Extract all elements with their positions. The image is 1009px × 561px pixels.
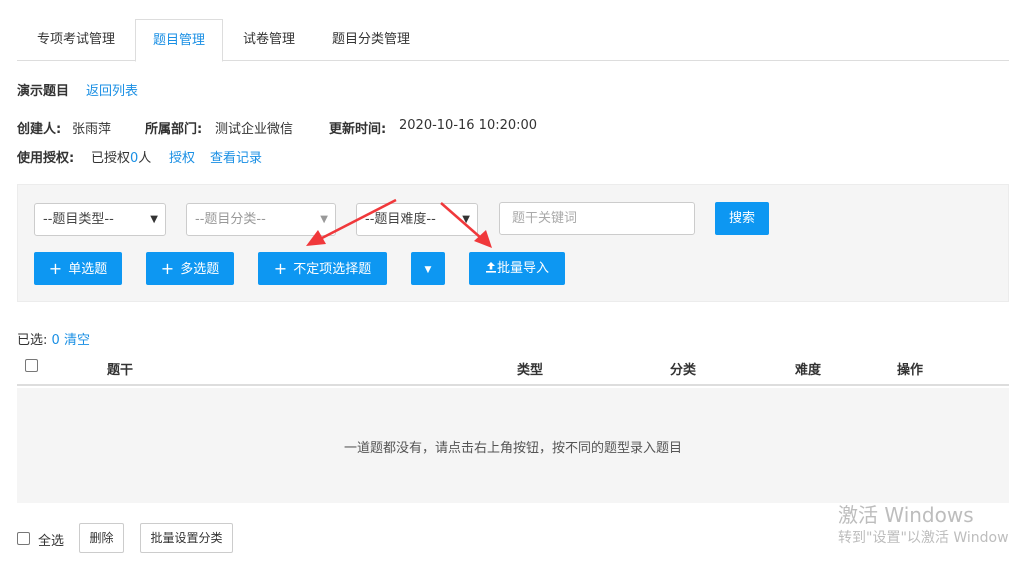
authorize-link[interactable]: 授权 — [169, 147, 195, 166]
page-title: 演示题目 — [17, 84, 70, 99]
creator-label: 创建人: — [17, 122, 62, 137]
batch-set-category-button[interactable]: 批量设置分类 — [140, 523, 233, 553]
table-header: 题干 类型 分类 难度 操作 — [17, 350, 1009, 386]
plus-icon: + — [48, 259, 63, 278]
search-button[interactable]: 搜索 — [715, 202, 769, 235]
column-actions: 操作 — [897, 363, 924, 378]
tab-special-exam[interactable]: 专项考试管理 — [17, 19, 135, 61]
question-type-select[interactable]: --题目类型-- ▼ — [34, 203, 166, 236]
select-all-checkbox[interactable] — [17, 532, 30, 545]
back-to-list-link[interactable]: 返回列表 — [86, 80, 138, 99]
column-difficulty: 难度 — [795, 363, 822, 378]
tab-paper-management[interactable]: 试卷管理 — [223, 19, 315, 61]
auth-suffix: 人 — [138, 151, 152, 166]
view-records-link[interactable]: 查看记录 — [210, 147, 262, 166]
select-all-label: 全选 — [38, 534, 65, 549]
question-category-select[interactable]: --题目分类-- ▼ — [186, 203, 336, 236]
usage-auth-label: 使用授权: — [17, 151, 75, 166]
add-single-choice-button[interactable]: + 单选题 — [34, 252, 122, 285]
column-category: 分类 — [670, 363, 697, 378]
auth-prefix: 已授权 — [91, 151, 131, 166]
keyword-search-input[interactable]: 题干关键词 — [499, 202, 695, 235]
updated-time-value: 2020-10-16 10:20:00 — [399, 118, 538, 133]
column-stem: 题干 — [107, 363, 134, 378]
batch-import-button[interactable]: 批量导入 — [469, 252, 565, 285]
auth-status: 已授权0人 — [91, 147, 151, 166]
question-category-select-value: --题目分类-- — [195, 212, 266, 227]
add-indefinite-choice-label: 不定项选择题 — [293, 262, 372, 277]
chevron-down-icon: ▼ — [462, 214, 470, 225]
plus-icon: + — [273, 259, 288, 278]
column-type: 类型 — [517, 363, 544, 378]
windows-activation-watermark: 激活 Windows — [838, 503, 974, 527]
tab-question-management[interactable]: 题目管理 — [135, 19, 223, 62]
question-difficulty-select-value: --题目难度-- — [365, 212, 436, 227]
tab-bar: 专项考试管理 题目管理 试卷管理 题目分类管理 — [17, 19, 1009, 62]
batch-import-label: 批量导入 — [496, 261, 549, 276]
tab-category-management[interactable]: 题目分类管理 — [315, 19, 427, 61]
chevron-down-icon: ▼ — [150, 214, 158, 225]
add-single-choice-label: 单选题 — [68, 262, 108, 277]
plus-icon: + — [160, 259, 175, 278]
department-label: 所属部门: — [145, 122, 203, 137]
add-indefinite-choice-button[interactable]: + 不定项选择题 — [258, 252, 387, 285]
upload-icon — [485, 262, 496, 273]
windows-activation-hint: 转到"设置"以激活 Windows。 — [838, 530, 1009, 546]
empty-state-message: 一道题都没有，请点击右上角按钮，按不同的题型录入题目 — [343, 441, 682, 456]
selected-count: 已选: 0 清空 — [17, 329, 90, 348]
add-multi-choice-label: 多选题 — [180, 262, 220, 277]
department-value: 测试企业微信 — [215, 122, 294, 137]
selected-label: 已选: — [17, 333, 48, 348]
clear-selection-link[interactable]: 清空 — [64, 333, 90, 348]
chevron-down-icon: ▼ — [320, 214, 328, 225]
header-select-all-checkbox[interactable] — [25, 359, 38, 372]
empty-table-row: 一道题都没有，请点击右上角按钮，按不同的题型录入题目 — [17, 388, 1009, 503]
more-types-dropdown-button[interactable]: ▼ — [411, 252, 445, 285]
question-difficulty-select[interactable]: --题目难度-- ▼ — [356, 203, 478, 236]
selected-number: 0 — [51, 333, 60, 348]
add-multi-choice-button[interactable]: + 多选题 — [146, 252, 234, 285]
updated-time-label: 更新时间: — [329, 122, 387, 137]
creator-value: 张雨萍 — [72, 122, 112, 137]
delete-button[interactable]: 删除 — [79, 523, 124, 553]
caret-down-icon: ▼ — [424, 265, 432, 275]
question-type-select-value: --题目类型-- — [43, 212, 114, 227]
